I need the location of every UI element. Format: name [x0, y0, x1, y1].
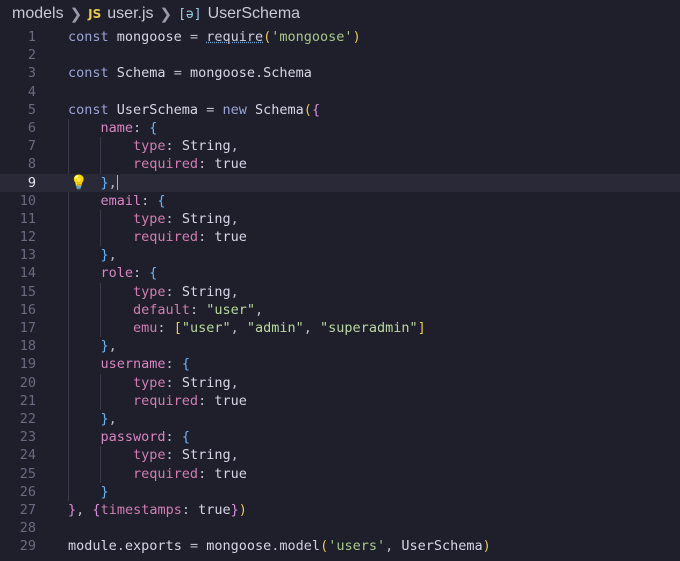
line-number: 8 [27, 156, 36, 173]
js-file-icon: JS [88, 7, 102, 21]
line-number: 2 [27, 47, 36, 64]
breadcrumb: models ❯ JS user.js ❯ [ə] UserSchema [0, 0, 680, 28]
line-number: 24 [19, 447, 36, 464]
code-line[interactable]: 8 required: true [0, 155, 680, 174]
line-number: 21 [19, 392, 36, 409]
code-line[interactable]: 3 const Schema = mongoose.Schema [0, 64, 680, 82]
line-number: 17 [19, 320, 36, 336]
breadcrumb-file[interactable]: user.js [107, 5, 153, 23]
chevron-right-icon: ❯ [159, 6, 173, 23]
chevron-right-icon: ❯ [69, 6, 83, 23]
line-number: 22 [19, 410, 36, 427]
line-number: 3 [27, 65, 36, 82]
code-line[interactable]: 28 [0, 519, 680, 537]
code-line[interactable]: 13 }, [0, 246, 680, 265]
line-number: 11 [19, 210, 36, 227]
code-line[interactable]: 12 required: true [0, 228, 680, 247]
code-line[interactable]: 15 type: String, [0, 282, 680, 301]
code-line[interactable]: 29 module.exports = mongoose.model('users… [0, 537, 680, 555]
code-line[interactable]: 20 type: String, [0, 373, 680, 392]
line-number: 28 [19, 520, 36, 537]
text-cursor [116, 175, 118, 190]
code-line[interactable]: 6 name: { [0, 118, 680, 138]
line-number: 4 [27, 83, 36, 100]
line-number: 5 [27, 101, 36, 118]
code-line[interactable]: 24 type: String, [0, 446, 680, 465]
line-number: 29 [19, 538, 36, 555]
code-line[interactable]: 11 type: String, [0, 209, 680, 229]
line-number: 23 [19, 429, 36, 446]
code-line[interactable]: 19 username: { [0, 355, 680, 374]
code-line[interactable]: 10 email: { [0, 191, 680, 210]
line-number: 1 [27, 29, 36, 45]
code-line[interactable]: 14 role: { [0, 264, 680, 283]
code-line[interactable]: 17 emu: ["user", "admin", "superadmin"] [0, 319, 680, 338]
line-number: 9 [27, 174, 36, 191]
code-line[interactable]: 5 const UserSchema = new Schema({ [0, 101, 680, 119]
code-editor[interactable]: 1 const mongoose = require('mongoose') 2 … [0, 28, 680, 555]
symbol-variable-icon: [ə] [178, 6, 202, 22]
line-number: 13 [19, 247, 36, 264]
code-line[interactable]: 1 const mongoose = require('mongoose') [0, 28, 680, 46]
code-line[interactable]: 2 [0, 46, 680, 64]
line-number: 15 [19, 283, 36, 300]
code-line[interactable]: 22 }, [0, 409, 680, 429]
code-line[interactable]: 18 }, [0, 337, 680, 356]
breadcrumb-folder[interactable]: models [12, 5, 64, 23]
line-number: 25 [19, 465, 36, 482]
line-number: 20 [19, 374, 36, 391]
line-number: 6 [27, 119, 36, 136]
code-line-active[interactable]: 9 💡 }, [0, 173, 680, 192]
code-line[interactable]: 23 password: { [0, 428, 680, 447]
line-number: 26 [19, 483, 36, 500]
code-line[interactable]: 7 type: String, [0, 137, 680, 156]
line-number: 14 [19, 265, 36, 282]
line-number: 10 [19, 192, 36, 209]
line-number: 18 [19, 338, 36, 355]
line-number: 27 [19, 501, 36, 518]
code-line[interactable]: 26 } [0, 482, 680, 501]
code-line[interactable]: 4 [0, 83, 680, 101]
code-line[interactable]: 25 required: true [0, 464, 680, 483]
line-number: 7 [27, 138, 36, 155]
breadcrumb-symbol[interactable]: UserSchema [208, 5, 300, 23]
code-line[interactable]: 21 required: true [0, 391, 680, 410]
code-line[interactable]: 16 default: "user", [0, 300, 680, 319]
code-line[interactable]: 27}, {timestamps: true}) [0, 501, 680, 519]
line-number: 12 [19, 229, 36, 246]
line-number: 19 [19, 356, 36, 373]
line-number: 16 [19, 301, 36, 318]
require-call[interactable]: require [206, 29, 263, 45]
